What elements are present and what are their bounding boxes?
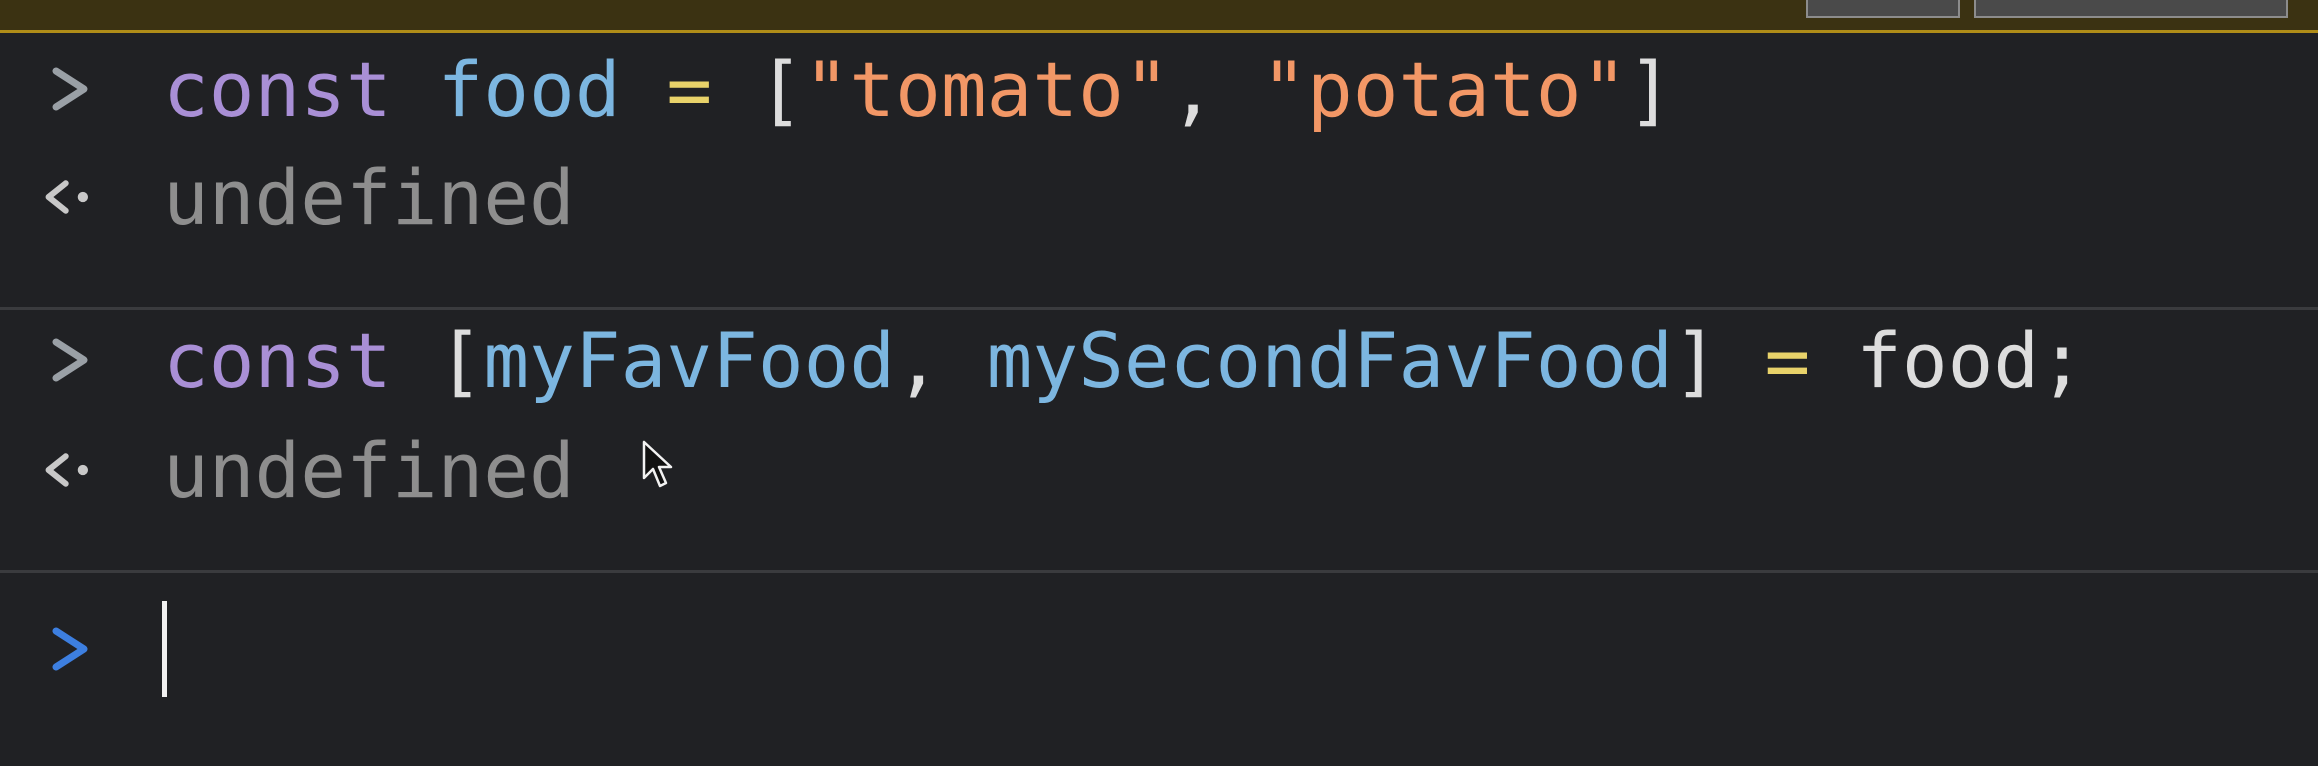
return-arrow-icon xyxy=(45,180,88,214)
code-string: "tomato" xyxy=(803,45,1170,134)
text-caret[interactable] xyxy=(162,601,167,697)
code-operator: = xyxy=(1764,316,1811,405)
console-result-line: undefined xyxy=(0,153,2318,309)
banner-box xyxy=(1974,0,2288,18)
code-bracket: ] xyxy=(1673,316,1719,405)
code-variable: myFavFood xyxy=(483,316,896,405)
code-bracket: ] xyxy=(1627,45,1674,134)
banner-box xyxy=(1806,0,1960,18)
chevron-right-icon xyxy=(52,338,88,382)
banner-controls xyxy=(1806,0,2288,18)
code-variable: mySecondFavFood xyxy=(986,316,1673,405)
return-arrow-icon xyxy=(45,453,88,487)
console-active-prompt-line[interactable] xyxy=(0,573,2318,711)
console-result-line: undefined xyxy=(0,426,2318,586)
console-result-value: undefined xyxy=(163,153,575,242)
code-operator: = xyxy=(666,45,713,134)
code-comma: , xyxy=(1169,45,1216,134)
chevron-right-icon xyxy=(52,67,88,111)
mouse-pointer-icon xyxy=(642,440,673,488)
code-comma: , xyxy=(895,316,941,405)
console-result-value: undefined xyxy=(163,426,575,515)
chevron-right-icon xyxy=(52,627,88,671)
code-string: "potato" xyxy=(1261,45,1628,134)
code-keyword: const xyxy=(163,45,392,134)
console-input-code[interactable]: const food = ["tomato", "potato"] xyxy=(163,45,1673,135)
code-bracket: [ xyxy=(757,45,804,134)
code-keyword: const xyxy=(163,316,392,405)
code-variable: food xyxy=(437,45,621,134)
console-input-code[interactable]: const [myFavFood, mySecondFavFood] = foo… xyxy=(163,316,2085,406)
console-input-line: const food = ["tomato", "potato"] xyxy=(0,33,2318,171)
code-source: food; xyxy=(1856,316,2085,405)
code-bracket: [ xyxy=(437,316,484,405)
warning-banner xyxy=(0,0,2318,33)
